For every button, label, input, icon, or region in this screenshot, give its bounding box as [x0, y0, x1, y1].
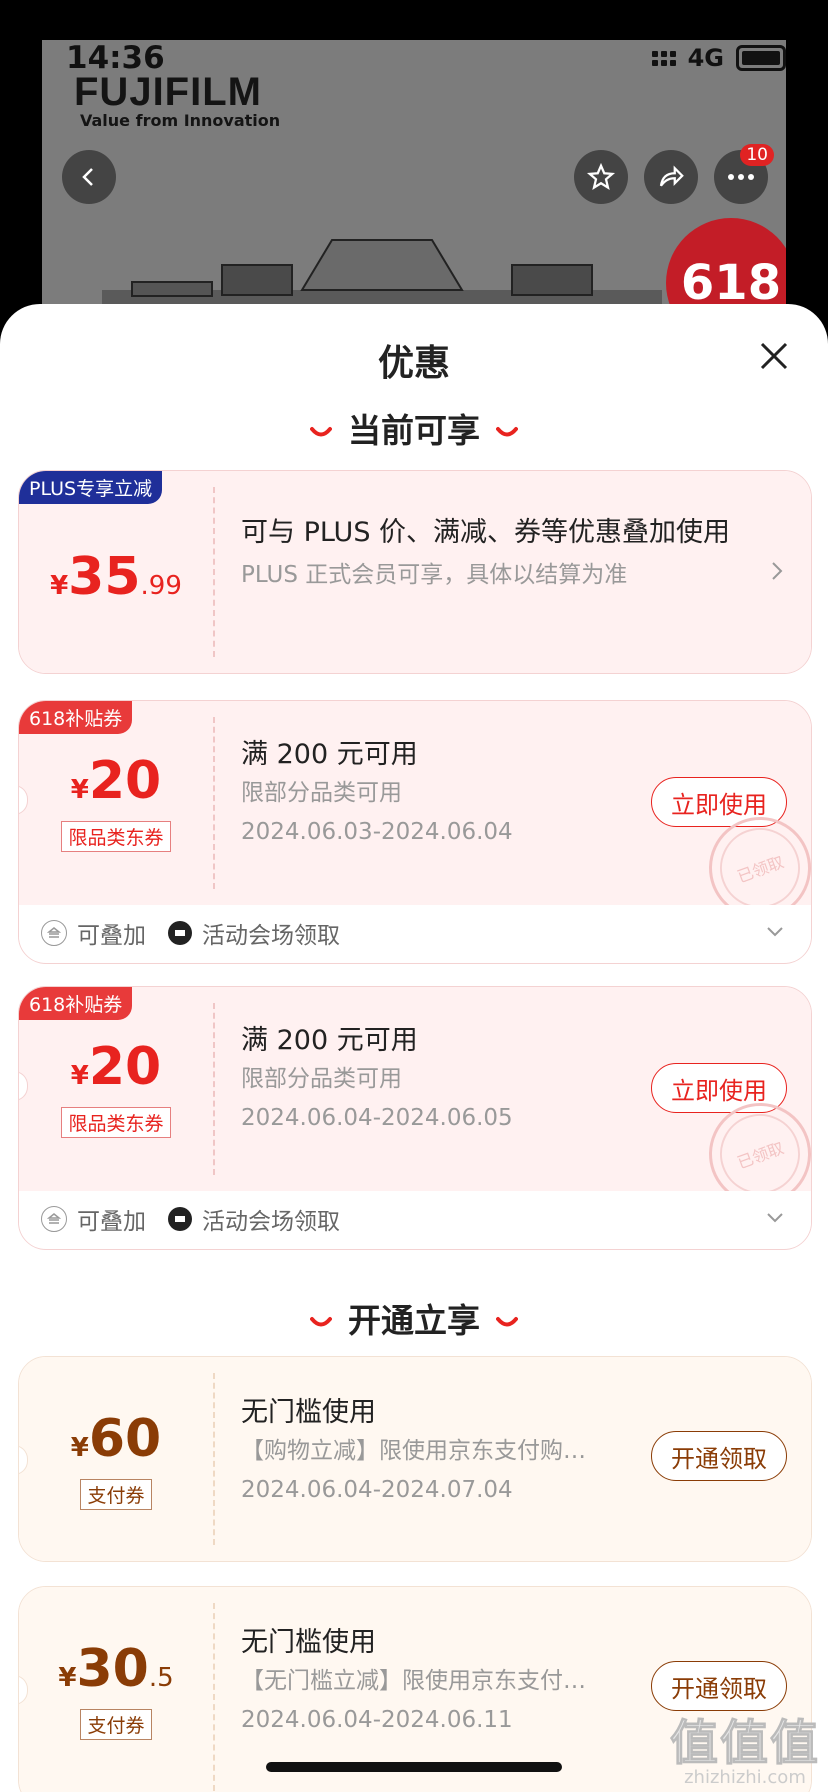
subsidy-tag: 618补贴券	[19, 701, 133, 734]
smile-decoration-icon	[496, 1316, 518, 1326]
watermark-logo: 值值值	[669, 1715, 820, 1772]
brand-logo: FUJIFILM Value from Innovation	[74, 70, 280, 130]
plus-amount: ¥35.99	[50, 547, 182, 607]
home-indicator[interactable]	[266, 1762, 562, 1772]
coupon-condition: 满 200 元可用	[241, 1025, 418, 1056]
source-label: 活动会场领取	[202, 923, 340, 949]
subsidy-coupon-card: 618补贴券 ¥20 限品类东券 满 200 元可用 限部分品类可用 2024.…	[18, 700, 812, 964]
coupon-dates: 2024.06.04-2024.07.04	[241, 1477, 513, 1503]
smile-decoration-icon	[496, 426, 518, 436]
product-page-background: 14:36 4G FUJIFILM Value from Innovation …	[42, 40, 786, 340]
ticket-icon	[168, 1207, 192, 1231]
coupon-condition: 满 200 元可用	[241, 739, 418, 770]
smile-decoration-icon	[310, 426, 332, 436]
coupon-amount: ¥20	[70, 751, 162, 811]
coupon-description: 【购物立减】限使用京东支付购…	[241, 1438, 586, 1464]
source-label: 活动会场领取	[202, 1209, 340, 1235]
share-button[interactable]	[644, 150, 698, 204]
coupon-amount: ¥20	[70, 1037, 162, 1097]
plus-discount-card[interactable]: PLUS专享立减 ¥35.99 可与 PLUS 价、满减、券等优惠叠加使用 PL…	[18, 470, 812, 674]
stackable-icon	[41, 1206, 67, 1232]
plus-note: PLUS 正式会员可享，具体以结算为准	[241, 562, 628, 588]
coupon-type-label: 限品类东券	[61, 821, 171, 852]
section-activate-title: 开通立享	[348, 1301, 480, 1340]
back-button[interactable]	[62, 150, 116, 204]
coupon-description: 【无门槛立减】限使用京东支付…	[241, 1668, 586, 1694]
coupon-amount: ¥60	[70, 1409, 162, 1469]
coupon-condition: 无门槛使用	[241, 1397, 376, 1428]
chevron-left-icon	[82, 168, 93, 186]
sheet-title: 优惠	[377, 343, 450, 384]
section-current-title: 当前可享	[348, 411, 480, 450]
coupon-condition: 无门槛使用	[241, 1627, 376, 1658]
network-label: 4G	[687, 44, 724, 72]
coupon-type-label: 限品类东券	[61, 1107, 171, 1138]
section-current-header: 当前可享	[0, 404, 828, 452]
stackable-label: 可叠加	[77, 1209, 146, 1235]
coupon-amount: ¥30.5	[58, 1639, 174, 1699]
site-watermark: 值值值 zhizhizhi.com	[669, 1703, 820, 1789]
stackable-icon	[41, 920, 67, 946]
chevron-down-icon[interactable]	[765, 1211, 785, 1225]
star-icon	[586, 162, 616, 191]
brand-name: FUJIFILM	[74, 70, 262, 114]
share-icon	[659, 165, 684, 187]
smile-decoration-icon	[310, 1316, 332, 1326]
coupon-type-label: 支付券	[80, 1479, 152, 1510]
subsidy-coupon-card: 618补贴券 ¥20 限品类东券 满 200 元可用 限部分品类可用 2024.…	[18, 986, 812, 1250]
favorite-button[interactable]	[574, 150, 628, 204]
chevron-down-icon[interactable]	[765, 925, 785, 939]
offers-sheet: 优惠 当前可享 PLUS专享立减 ¥35.99 可与 PLUS 价、满减、券等优…	[0, 304, 828, 1792]
more-dots-icon	[728, 174, 754, 180]
signal-icon	[651, 50, 676, 66]
brand-tagline: Value from Innovation	[80, 111, 281, 130]
activate-claim-button[interactable]: 开通领取	[651, 1431, 787, 1481]
close-icon[interactable]	[758, 340, 790, 372]
coupon-type-label: 支付券	[80, 1709, 152, 1740]
subsidy-tag: 618补贴券	[19, 987, 133, 1020]
plus-description: 可与 PLUS 价、满减、券等优惠叠加使用	[241, 517, 731, 548]
plus-tag: PLUS专享立减	[19, 471, 163, 504]
payment-coupon-card: ¥60 支付券 无门槛使用 【购物立减】限使用京东支付购… 2024.06.04…	[18, 1356, 812, 1562]
coupon-dates: 2024.06.04-2024.06.11	[241, 1707, 513, 1733]
status-icons: 4G	[651, 44, 786, 72]
more-button[interactable]: 10	[714, 144, 774, 204]
ticket-icon	[168, 921, 192, 945]
chevron-right-icon[interactable]	[769, 559, 785, 583]
notification-badge: 10	[740, 144, 774, 166]
watermark-url: zhizhizhi.com	[684, 1767, 806, 1788]
stackable-label: 可叠加	[77, 923, 146, 949]
section-activate-header: 开通立享	[0, 1294, 828, 1342]
battery-icon	[736, 45, 786, 71]
